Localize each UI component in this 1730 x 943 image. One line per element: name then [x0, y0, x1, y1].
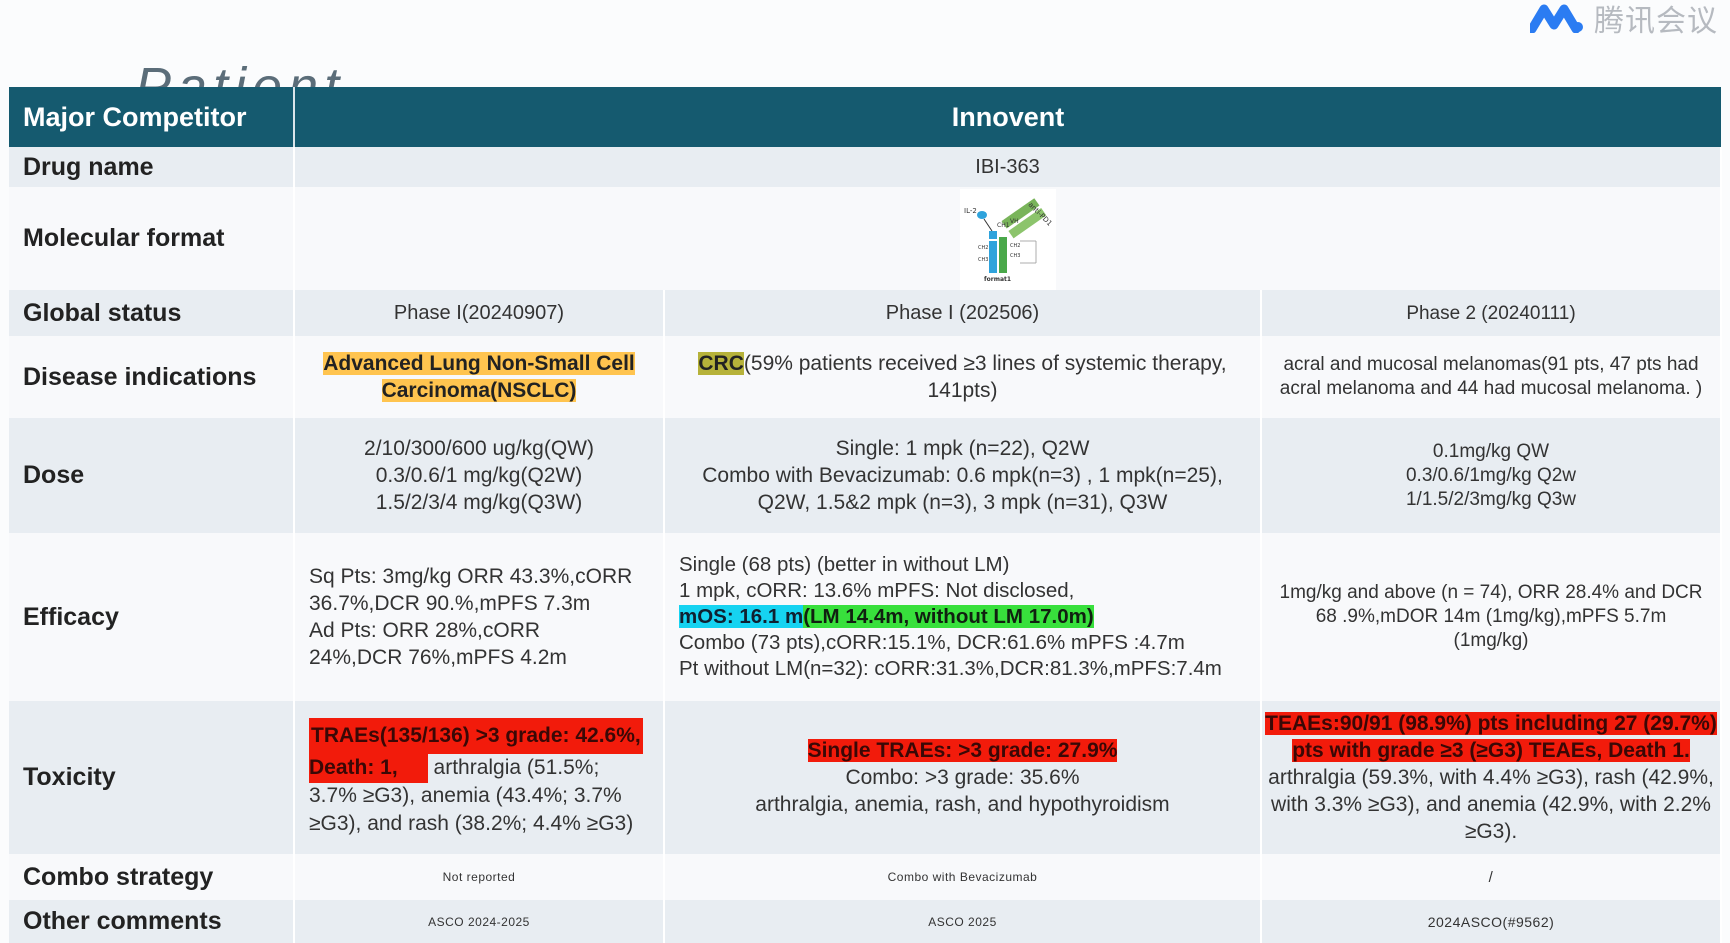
il2-label: IL-2 — [964, 207, 977, 215]
dose-line: 1/1.5/2/3mg/kg Q3w — [1405, 488, 1577, 510]
toxicity-col2: Single TRAEs: >3 grade: 27.9% Combo: >3 … — [664, 701, 1262, 854]
format-label: format1 — [984, 276, 1011, 283]
disease-col1: Advanced Lung Non-Small Cell Carcinoma(N… — [294, 336, 665, 418]
efficacy-col2: Single (68 pts) (better in without LM) 1… — [664, 533, 1262, 701]
ch1-label: CH1 — [997, 222, 1010, 229]
toxicity-text: Combo: >3 grade: 35.6% — [845, 766, 1080, 789]
row-label: Dose — [9, 418, 295, 533]
toxicity-col1: TRAEs(135/136) >3 grade: 42.6%, Death: 1… — [294, 701, 665, 854]
dose-line: 0.3/0.6/1mg/kg Q2w — [1405, 464, 1577, 486]
slide-title-hidden: Patient selection — [135, 57, 346, 88]
disease-col2: CRC(59% patients received ≥3 lines of sy… — [664, 336, 1262, 418]
efficacy-text: Pt without LM(n=32): cORR:31.3%,DCR:81.3… — [679, 657, 1222, 680]
mos-line: mOS: 16.1 m(LM 14.4m, without LM 17.0m) — [679, 604, 1260, 630]
efficacy-col3: 1mg/kg and above (n = 74), ORR 28.4% and… — [1261, 533, 1723, 701]
comments-col3: 2024ASCO(#9562) — [1261, 900, 1723, 943]
dose-line: 0.3/0.6/1 mg/kg(Q2W) — [375, 464, 583, 487]
disease-col2-text: (59% patients received ≥3 lines of syste… — [743, 352, 1227, 402]
table-header-row: Major Competitor Innovent — [9, 87, 1722, 147]
row-combo-strategy: Combo strategy Not reported Combo with B… — [9, 854, 1723, 900]
dose-col3: 0.1mg/kg QW 0.3/0.6/1mg/kg Q2w 1/1.5/2/3… — [1261, 418, 1723, 533]
lm-highlight: (LM 14.4m, without LM 17.0m) — [803, 605, 1094, 628]
comments-col2: ASCO 2025 — [664, 900, 1262, 943]
mos-highlight: mOS: 16.1 m — [679, 605, 804, 628]
drug-name-value: IBI-363 — [294, 147, 1723, 187]
ch3-label-left: CH3 — [978, 257, 988, 263]
trae-highlight: TRAEs(135/136) >3 grade: 42.6%, — [309, 717, 643, 754]
efficacy-text: Sq Pts: 3mg/kg ORR 43.3%,cORR 36.7%,DCR … — [309, 565, 633, 615]
combo-col3: / — [1261, 854, 1723, 900]
row-efficacy: Efficacy Sq Pts: 3mg/kg ORR 43.3%,cORR 3… — [9, 533, 1723, 701]
row-molecular-format: Molecular format anti-PD1 IL-2 CH1 VH CH… — [9, 187, 1723, 290]
dose-col1: 2/10/300/600 ug/kg(QW) 0.3/0.6/1 mg/kg(Q… — [294, 418, 665, 533]
ch2-label-right: CH2 — [1010, 243, 1020, 249]
header-major-competitor: Major Competitor — [9, 87, 295, 147]
row-label: Drug name — [9, 147, 295, 187]
row-label: Combo strategy — [9, 854, 295, 900]
death-highlight: Death: 1, — [309, 751, 428, 783]
row-label: Toxicity — [9, 701, 295, 854]
global-status-col3: Phase 2 (20240111) — [1261, 290, 1723, 336]
molecular-format-cell: anti-PD1 IL-2 CH1 VH CH2 CH3 CH2 CH3 for… — [294, 187, 1723, 290]
row-label: Other comments — [9, 900, 295, 943]
dose-col2: Single: 1 mpk (n=22), Q2W Combo with Bev… — [664, 418, 1262, 533]
vh-label: VH — [1010, 218, 1019, 225]
tencent-meeting-logo-icon — [1530, 4, 1583, 33]
dose-line: Single: 1 mpk (n=22), Q2W — [835, 437, 1090, 460]
row-label: Global status — [9, 290, 295, 336]
efficacy-text: Ad Pts: ORR 28%,cORR 24%,DCR 76%,mPFS 4.… — [309, 619, 567, 669]
single-trae-highlight: Single TRAEs: >3 grade: 27.9% — [807, 739, 1118, 762]
row-global-status: Global status Phase I(20240907) Phase I … — [9, 290, 1723, 336]
efficacy-text: Combo (73 pts),cORR:15.1%, DCR:61.6% mPF… — [679, 631, 1185, 654]
disease-col3: acral and mucosal melanomas(91 pts, 47 p… — [1261, 336, 1723, 418]
teae-highlight: TEAEs:90/91 (98.9%) pts including 27 (29… — [1265, 712, 1717, 735]
combo-col2: Combo with Bevacizumab — [664, 854, 1262, 900]
row-toxicity: Toxicity TRAEs(135/136) >3 grade: 42.6%,… — [9, 701, 1723, 854]
app-logo: 腾讯会议 — [1530, 0, 1718, 39]
row-dose: Dose 2/10/300/600 ug/kg(QW) 0.3/0.6/1 mg… — [9, 418, 1723, 533]
dose-line: Combo with Bevacizumab: 0.6 mpk(n=3) , 1… — [702, 464, 1223, 487]
crc-highlight: CRC — [698, 352, 744, 375]
dose-line: 2/10/300/600 ug/kg(QW) — [364, 437, 594, 460]
global-status-col1: Phase I(20240907) — [294, 290, 665, 336]
row-label: Molecular format — [9, 187, 295, 290]
row-other-comments: Other comments ASCO 2024-2025 ASCO 2025 … — [9, 900, 1723, 943]
header-company: Innovent — [294, 87, 1722, 147]
row-label: Efficacy — [9, 533, 295, 701]
indication-highlight: Advanced Lung Non-Small Cell Carcinoma(N… — [323, 352, 635, 402]
molecule-diagram: anti-PD1 IL-2 CH1 VH CH2 CH3 CH2 CH3 for… — [959, 189, 1056, 290]
global-status-col2: Phase I (202506) — [664, 290, 1262, 336]
row-disease-indications: Disease indications Advanced Lung Non-Sm… — [9, 336, 1723, 418]
ch3-label-right: CH3 — [1010, 253, 1020, 259]
dose-line: Q2W, 1.5&2 mpk (n=3), 3 mpk (n=31), Q3W — [757, 491, 1168, 514]
app-name: 腾讯会议 — [1594, 4, 1718, 39]
grade-highlight: pts with grade ≥3 (≥G3) TEAEs, Death 1. — [1292, 739, 1690, 762]
combo-col1: Not reported — [294, 854, 665, 900]
comments-col1: ASCO 2024-2025 — [294, 900, 665, 943]
efficacy-text: 1 mpk, cORR: 13.6% mPFS: Not disclosed, — [679, 579, 1075, 602]
efficacy-col1: Sq Pts: 3mg/kg ORR 43.3%,cORR 36.7%,DCR … — [294, 533, 665, 701]
toxicity-text: arthralgia (59.3%, with 4.4% ≥G3), rash … — [1268, 766, 1714, 843]
ch2-label-left: CH2 — [978, 245, 988, 251]
dose-line: 0.1mg/kg QW — [1432, 440, 1550, 462]
bispecific-antibody-diagram-icon: anti-PD1 IL-2 CH1 VH CH2 CH3 CH2 CH3 for… — [961, 191, 1054, 283]
row-drug-name: Drug name IBI-363 — [9, 147, 1723, 187]
toxicity-text: arthralgia, anemia, rash, and hypothyroi… — [755, 793, 1170, 816]
toxicity-col3: TEAEs:90/91 (98.9%) pts including 27 (29… — [1261, 701, 1723, 854]
competitor-table: Major Competitor Innovent Drug name IBI-… — [9, 87, 1723, 943]
efficacy-text: Single (68 pts) (better in without LM) — [679, 553, 1010, 576]
row-label: Disease indications — [9, 336, 295, 418]
dose-line: 1.5/2/3/4 mg/kg(Q3W) — [375, 491, 583, 514]
